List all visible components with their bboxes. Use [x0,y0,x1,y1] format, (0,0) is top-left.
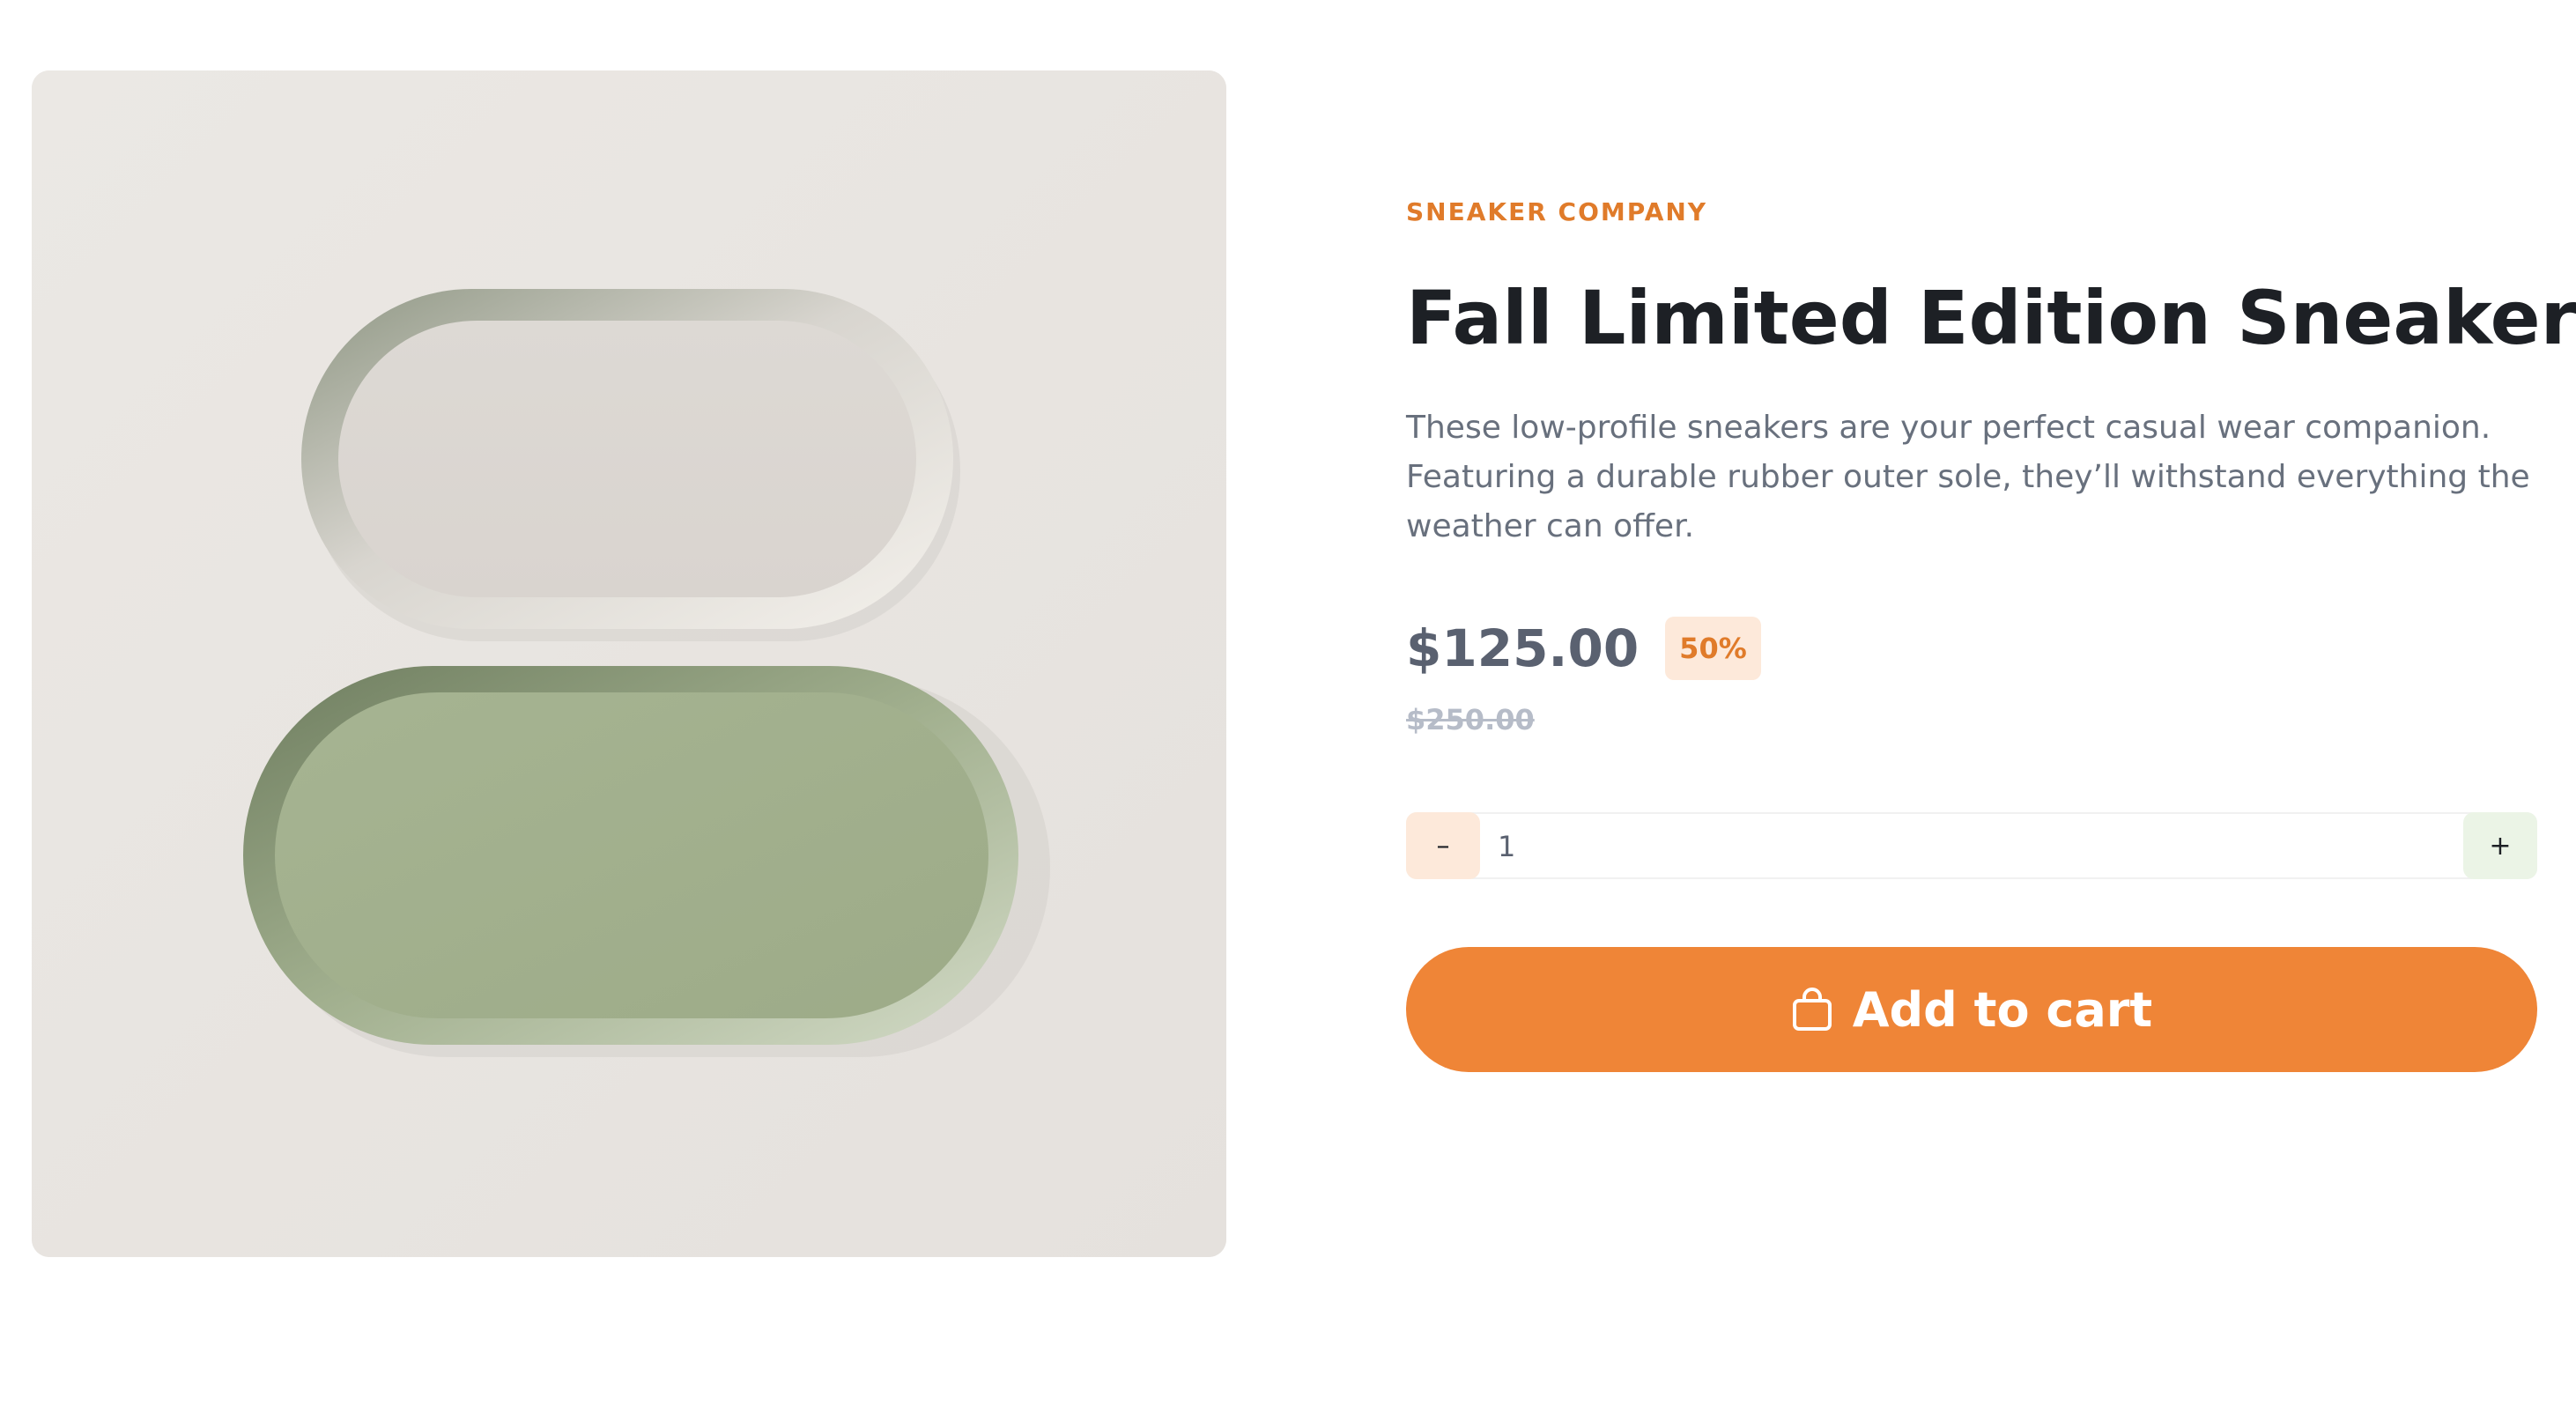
add-to-cart-button[interactable]: Add to cart [1406,947,2537,1072]
add-to-cart-label: Add to cart [1852,981,2153,1038]
quantity-stepper: – + [1406,812,2537,879]
original-price: $250.00 [1406,703,1535,736]
product-details: SNEAKER COMPANY Fall Limited Edition Sne… [1406,0,2576,1413]
product-page: SNEAKER COMPANY Fall Limited Edition Sne… [0,0,2576,1413]
product-description: These low-profile sneakers are your perf… [1406,410,2530,544]
company-name: SNEAKER COMPANY [1406,197,1708,226]
discount-badge: 50% [1665,617,1761,680]
increase-quantity-button[interactable]: + [2463,812,2537,879]
current-price: $125.00 [1406,618,1640,678]
cream-tray-shape [301,289,953,629]
shopping-bag-icon [1791,987,1833,1032]
decrease-quantity-button[interactable]: – [1406,812,1480,879]
product-title: Fall Limited Edition Sneakers [1406,275,2576,361]
green-tray-shape [243,666,1018,1045]
price-row: $125.00 50% [1406,613,1761,684]
product-image[interactable] [32,70,1226,1257]
quantity-input[interactable] [1496,814,2380,879]
